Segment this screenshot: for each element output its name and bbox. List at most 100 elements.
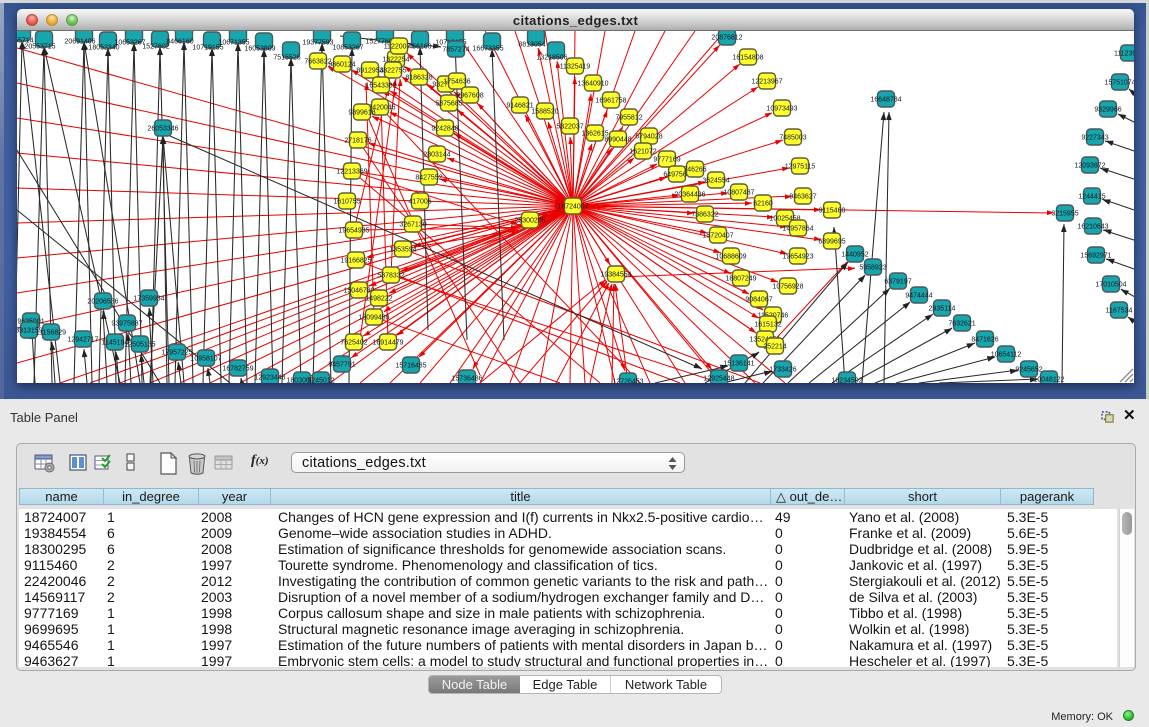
svg-text:15692971: 15692971 (1080, 253, 1111, 260)
svg-text:8471626: 8471626 (971, 337, 998, 344)
svg-text:11156829: 11156829 (36, 330, 66, 337)
svg-text:7955812: 7955812 (615, 115, 642, 122)
svg-text:9777169: 9777169 (653, 157, 680, 164)
svg-text:6379197: 6379197 (884, 279, 911, 286)
svg-text:16543382: 16543382 (365, 83, 396, 90)
svg-text:5875685: 5875685 (435, 101, 462, 108)
svg-text:19166825: 19166825 (340, 258, 371, 265)
svg-text:12942717: 12942717 (67, 337, 98, 344)
svg-text:19384554: 19384554 (600, 272, 631, 279)
svg-text:2967608: 2967608 (456, 93, 483, 100)
svg-text:13218506: 13218506 (536, 55, 567, 62)
svg-text:7625402: 7625402 (340, 340, 367, 347)
svg-text:9115460: 9115460 (819, 208, 846, 215)
svg-text:417006: 417006 (408, 199, 431, 206)
svg-text:1353594: 1353594 (389, 247, 416, 254)
svg-text:9084067: 9084067 (745, 297, 772, 304)
svg-text:5958923: 5958923 (859, 265, 886, 272)
svg-text:7632621: 7632621 (948, 321, 975, 328)
svg-text:15716485: 15716485 (395, 363, 426, 370)
svg-text:10973493: 10973493 (766, 106, 797, 113)
svg-text:2803144: 2803144 (423, 152, 450, 159)
svg-text:10853267: 10853267 (332, 45, 363, 52)
svg-text:17010504: 17010504 (1095, 282, 1126, 289)
svg-text:11325419: 11325419 (560, 64, 591, 71)
svg-text:14957864: 14957864 (782, 226, 813, 233)
svg-text:9860124: 9860124 (328, 62, 355, 69)
svg-text:3822755: 3822755 (379, 68, 406, 75)
svg-text:2718176: 2718176 (344, 138, 371, 145)
svg-text:15136141: 15136141 (723, 361, 754, 368)
svg-text:10756928: 10756928 (772, 284, 803, 291)
svg-text:18807249: 18807249 (725, 276, 756, 283)
svg-text:12213967: 12213967 (751, 79, 782, 86)
svg-text:16782759: 16782759 (222, 366, 253, 373)
svg-text:252214: 252214 (763, 344, 786, 351)
svg-text:15736486: 15736486 (451, 376, 482, 383)
svg-text:3624554: 3624554 (702, 178, 729, 185)
svg-text:5322037: 5322037 (556, 124, 583, 131)
svg-text:19377593: 19377593 (302, 40, 333, 47)
svg-text:6794028: 6794028 (635, 134, 662, 141)
svg-text:6899695: 6899695 (818, 239, 845, 246)
svg-text:16053809: 16053809 (244, 46, 275, 53)
svg-text:1167534: 1167534 (1106, 308, 1133, 315)
svg-text:1610755: 1610755 (333, 199, 360, 206)
svg-text:12726453: 12726453 (612, 379, 643, 383)
svg-text:1733426: 1733426 (769, 367, 796, 374)
svg-text:10653267: 10653267 (114, 40, 145, 47)
svg-text:9899618: 9899618 (348, 110, 375, 117)
svg-text:10807487: 10807487 (723, 190, 754, 197)
svg-text:1244415: 1244415 (1078, 194, 1105, 201)
svg-text:1498222: 1498222 (365, 296, 392, 303)
svg-text:1440952: 1440952 (841, 252, 868, 259)
svg-text:9227343: 9227343 (1081, 135, 1108, 142)
svg-text:2935114: 2935114 (929, 306, 956, 313)
svg-text:26053346: 26053346 (147, 126, 178, 133)
svg-text:12923448: 12923448 (254, 375, 285, 382)
svg-text:3215955: 3215955 (1051, 211, 1078, 218)
svg-text:12505135: 12505135 (124, 342, 155, 349)
svg-text:9245012: 9245012 (307, 378, 334, 383)
svg-text:8427552: 8427552 (415, 175, 442, 182)
svg-text:3267130: 3267130 (399, 222, 426, 229)
svg-text:746266: 746266 (683, 167, 706, 174)
svg-text:9474444: 9474444 (905, 293, 932, 300)
svg-text:13640910: 13640910 (577, 81, 608, 88)
svg-text:17359934: 17359934 (133, 296, 164, 303)
svg-text:25300205: 25300205 (514, 218, 545, 225)
svg-text:10958107: 10958107 (190, 356, 221, 363)
svg-text:12213369: 12213369 (336, 169, 367, 176)
svg-text:15720407: 15720407 (702, 233, 733, 240)
svg-text:10234502: 10234502 (831, 378, 862, 383)
svg-text:18099489: 18099489 (358, 315, 389, 322)
svg-text:8466160: 8466160 (166, 39, 193, 46)
svg-text:19654923: 19654923 (782, 254, 813, 261)
svg-text:1615132: 1615132 (754, 322, 781, 329)
svg-text:9457791: 9457791 (328, 362, 355, 369)
svg-text:11123954: 11123954 (1114, 51, 1134, 58)
svg-text:19654935: 19654935 (338, 228, 369, 235)
svg-text:7386322: 7386322 (691, 212, 718, 219)
svg-text:1621072: 1621072 (629, 149, 656, 156)
svg-text:10048122: 10048122 (1033, 377, 1064, 383)
svg-text:16154808: 16154808 (732, 55, 763, 62)
svg-text:16914479: 16914479 (372, 340, 403, 347)
svg-text:20364436: 20364436 (674, 192, 705, 199)
svg-text:18724007: 18724007 (557, 204, 588, 211)
svg-text:16648784: 16648784 (870, 97, 901, 104)
svg-text:62160: 62160 (753, 201, 773, 208)
svg-text:11220074: 11220074 (384, 44, 415, 51)
svg-text:20876812: 20876812 (711, 35, 742, 42)
svg-text:9242848: 9242848 (431, 126, 458, 133)
svg-text:15751074: 15751074 (1104, 80, 1134, 87)
svg-text:9329966: 9329966 (1094, 107, 1121, 114)
svg-text:7857274: 7857274 (442, 47, 469, 54)
svg-text:1588520: 1588520 (531, 109, 558, 116)
svg-text:9463627: 9463627 (789, 194, 816, 201)
svg-text:1754636: 1754636 (443, 79, 470, 86)
svg-text:17957225: 17957225 (161, 350, 192, 357)
svg-text:5878332: 5878332 (377, 273, 404, 280)
svg-text:10688609: 10688609 (715, 254, 746, 261)
svg-text:20206536: 20206536 (87, 299, 118, 306)
